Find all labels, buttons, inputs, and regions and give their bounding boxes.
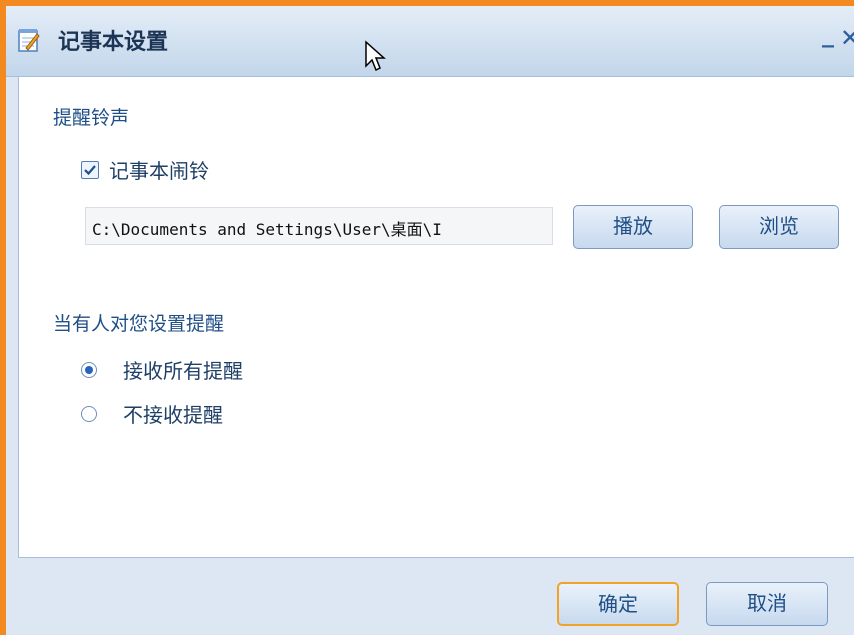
radio-receive-all-button[interactable] <box>81 361 97 378</box>
cancel-button[interactable]: 取消 <box>706 582 828 626</box>
radio-no-receive[interactable]: 不接收提醒 <box>81 399 223 428</box>
browse-button[interactable]: 浏览 <box>719 205 839 249</box>
minimize-button[interactable]: _ <box>822 20 834 48</box>
remind-section-title: 当有人对您设置提醒 <box>53 313 225 335</box>
ringtone-path-field[interactable]: C:\Documents and Settings\User\桌面\I <box>85 207 553 245</box>
play-button[interactable]: 播放 <box>573 205 693 249</box>
alarm-checkbox-row[interactable]: 记事本闹铃 <box>81 155 209 184</box>
alarm-checkbox-label: 记事本闹铃 <box>109 159 209 183</box>
settings-panel: 提醒铃声 记事本闹铃 C:\Documents and Settings\Use… <box>18 76 854 558</box>
radio-receive-all-label: 接收所有提醒 <box>123 359 243 383</box>
mouse-cursor-icon <box>364 40 388 78</box>
close-button[interactable]: ✕ <box>840 24 854 52</box>
window-title: 记事本设置 <box>58 30 169 55</box>
dialog-footer: 确定 取消 <box>6 558 854 635</box>
ok-button[interactable]: 确定 <box>557 582 679 626</box>
title-bar[interactable]: 记事本设置 _ ✕ <box>6 6 854 77</box>
radio-receive-all[interactable]: 接收所有提醒 <box>81 355 243 384</box>
radio-no-receive-button[interactable] <box>81 405 97 422</box>
alarm-checkbox[interactable] <box>81 160 99 179</box>
notepad-icon <box>18 28 40 52</box>
ringtone-section-title: 提醒铃声 <box>53 107 130 129</box>
radio-no-receive-label: 不接收提醒 <box>123 403 223 427</box>
